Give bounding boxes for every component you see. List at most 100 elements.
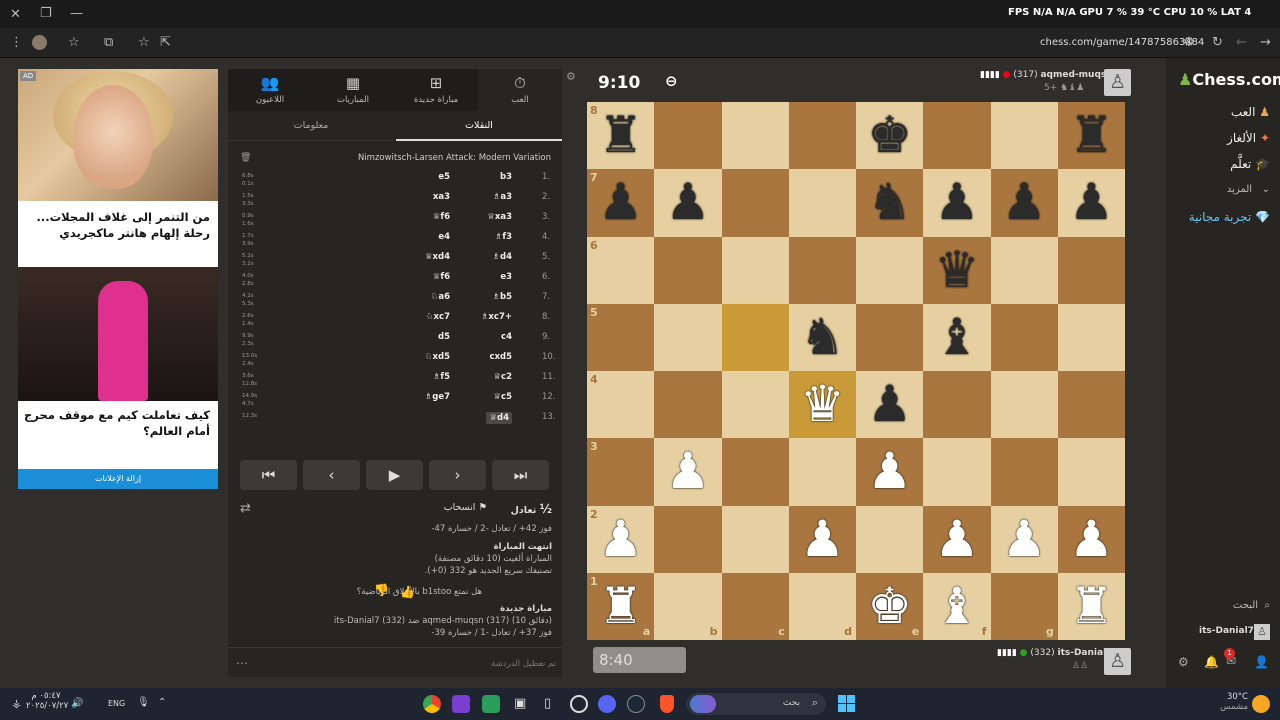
square-b5[interactable] — [654, 303, 722, 371]
square-g5[interactable] — [990, 303, 1058, 371]
sidebar-search[interactable]: ⌕ البحث — [1233, 600, 1270, 611]
white-move[interactable]: cxd5 — [489, 352, 512, 362]
bell-icon[interactable]: 🔔 — [1204, 655, 1219, 669]
black-move[interactable]: ♗ge7 — [425, 392, 450, 402]
black-move[interactable]: d5 — [438, 332, 450, 342]
opening-name[interactable]: Nimzowitsch-Larsen Attack: Modern Variat… — [358, 153, 551, 163]
square-h4[interactable] — [1057, 371, 1125, 439]
black-pawn-icon[interactable]: ♟ — [598, 173, 643, 231]
square-c1[interactable]: c — [721, 572, 789, 640]
move-row[interactable]: 6. e3 ♕f6 4.0s 2.8s — [236, 272, 554, 292]
black-move[interactable]: e5 — [438, 172, 450, 182]
top-player-avatar[interactable]: ♙ — [1104, 69, 1131, 96]
tray-chevron-icon[interactable]: ⌃ — [158, 697, 166, 708]
square-c6[interactable] — [721, 236, 789, 304]
square-g3[interactable] — [990, 438, 1058, 506]
flip-board-icon[interactable]: ⇄ — [240, 501, 251, 516]
sidebar-item-more[interactable]: ⌄ المزيد — [1227, 184, 1270, 195]
black-rook-icon[interactable]: ♜ — [598, 106, 643, 164]
white-pawn-icon[interactable]: ♟ — [665, 442, 710, 500]
square-f5[interactable]: ♝ — [923, 303, 991, 371]
minimize-window-icon[interactable]: — — [70, 7, 83, 20]
white-move[interactable]: b3 — [500, 172, 512, 182]
black-move[interactable]: ♕xd4 — [425, 252, 450, 262]
square-e1[interactable]: ♚ e — [856, 572, 924, 640]
square-h7[interactable]: ♟ — [1057, 169, 1125, 237]
square-b3[interactable]: ♟ — [654, 438, 722, 506]
square-e8[interactable]: ♚ — [856, 102, 924, 170]
first-move-button[interactable]: ⏮ — [240, 460, 297, 490]
url-text[interactable]: chess.com/game/147875863484 — [1040, 37, 1204, 48]
square-d4[interactable]: ♛ — [788, 371, 856, 439]
square-e2[interactable] — [856, 505, 924, 573]
trash-icon[interactable]: 🗑 — [240, 153, 251, 163]
white-move[interactable]: ♕d4 — [486, 412, 512, 424]
app-icon-3[interactable]: ▣ — [514, 696, 526, 711]
black-move[interactable]: ♘a6 — [431, 292, 450, 302]
move-row[interactable]: 5. ♗d4 ♕xd4 5.2s 3.2s — [236, 252, 554, 272]
thumbs-down-icon[interactable]: 👎 — [374, 583, 389, 597]
start-icon[interactable] — [838, 695, 855, 712]
tab-new-game[interactable]: ⊞ مباراة جديدة — [394, 69, 478, 111]
white-pawn-icon[interactable]: ♟ — [1002, 510, 1047, 568]
play-button[interactable]: ▶ — [366, 460, 423, 490]
subtab-info[interactable]: معلومات — [228, 111, 394, 141]
black-move[interactable]: ♘xd5 — [425, 352, 450, 362]
black-queen-icon[interactable]: ♛ — [934, 241, 979, 299]
move-row[interactable]: 3. ♕xa3 ♕f6 0.9s 1.6s — [236, 212, 554, 232]
square-c4[interactable] — [721, 371, 789, 439]
white-pawn-icon[interactable]: ♟ — [934, 510, 979, 568]
square-f2[interactable]: ♟ — [923, 505, 991, 573]
resign-button[interactable]: ⚑ انسحاب — [444, 502, 487, 513]
app-icon-1[interactable] — [452, 695, 470, 713]
square-c8[interactable] — [721, 102, 789, 170]
white-king-icon[interactable]: ♚ — [867, 577, 912, 635]
ad-headline-1[interactable]: من التنمر إلى غلاف المجلات... رحلة إلهام… — [20, 209, 211, 241]
subtab-moves[interactable]: النقلات — [396, 111, 562, 141]
square-b2[interactable] — [654, 505, 722, 573]
last-move-button[interactable]: ⏭ — [492, 460, 549, 490]
tab-players[interactable]: 👥 اللاعبون — [228, 69, 312, 111]
square-b6[interactable] — [654, 236, 722, 304]
square-h3[interactable] — [1057, 438, 1125, 506]
black-move[interactable]: ♗f5 — [433, 372, 450, 382]
square-h6[interactable] — [1057, 236, 1125, 304]
black-move[interactable]: ♕f6 — [433, 272, 450, 282]
white-move[interactable]: c4 — [501, 332, 512, 342]
square-c5[interactable] — [721, 303, 789, 371]
black-bishop-icon[interactable]: ♝ — [934, 308, 979, 366]
search-box[interactable]: بحث ⌕ — [686, 693, 826, 715]
square-h5[interactable] — [1057, 303, 1125, 371]
chat-options-icon[interactable]: ⋯ — [236, 656, 248, 670]
speaker-icon[interactable]: 🔊 — [71, 698, 83, 709]
black-king-icon[interactable]: ♚ — [867, 106, 912, 164]
extensions-icon[interactable]: ⧉ — [104, 36, 113, 49]
square-e6[interactable] — [856, 236, 924, 304]
square-a6[interactable]: 6 — [587, 236, 655, 304]
white-bishop-icon[interactable]: ♝ — [934, 577, 979, 635]
square-g8[interactable] — [990, 102, 1058, 170]
square-a3[interactable]: 3 — [587, 438, 655, 506]
black-move[interactable]: e4 — [438, 232, 450, 242]
square-b8[interactable] — [654, 102, 722, 170]
square-d6[interactable] — [788, 236, 856, 304]
language-indicator[interactable]: ENG — [108, 699, 125, 708]
previous-move-button[interactable]: ‹ — [303, 460, 360, 490]
forward-icon[interactable]: ← — [1236, 36, 1247, 49]
chesscom-logo[interactable]: ♟Chess.com — [1178, 70, 1280, 89]
square-d7[interactable] — [788, 169, 856, 237]
black-pawn-icon[interactable]: ♟ — [1002, 173, 1047, 231]
square-f6[interactable]: ♛ — [923, 236, 991, 304]
bookmark-icon[interactable]: ☆ — [138, 36, 150, 49]
black-pawn-icon[interactable]: ♟ — [665, 173, 710, 231]
black-move[interactable]: xa3 — [433, 192, 450, 202]
ad-headline-2[interactable]: كيف تعاملت كيم مع موقف محرج أمام العالم؟ — [20, 407, 210, 439]
sidebar-item-play[interactable]: ♟ العب — [1231, 105, 1270, 119]
square-g1[interactable]: g — [990, 572, 1058, 640]
clock[interactable]: ٠٥:٤٧ م ٢٠٢٥/٠٧/٢٧ — [26, 691, 68, 711]
sidebar-item-learn[interactable]: 🎓 تعلَّم — [1230, 157, 1270, 171]
square-f4[interactable] — [923, 371, 991, 439]
app-icon-2[interactable] — [482, 695, 500, 713]
square-h1[interactable]: ♜ — [1057, 572, 1125, 640]
star-icon[interactable]: ☆ — [68, 36, 80, 49]
